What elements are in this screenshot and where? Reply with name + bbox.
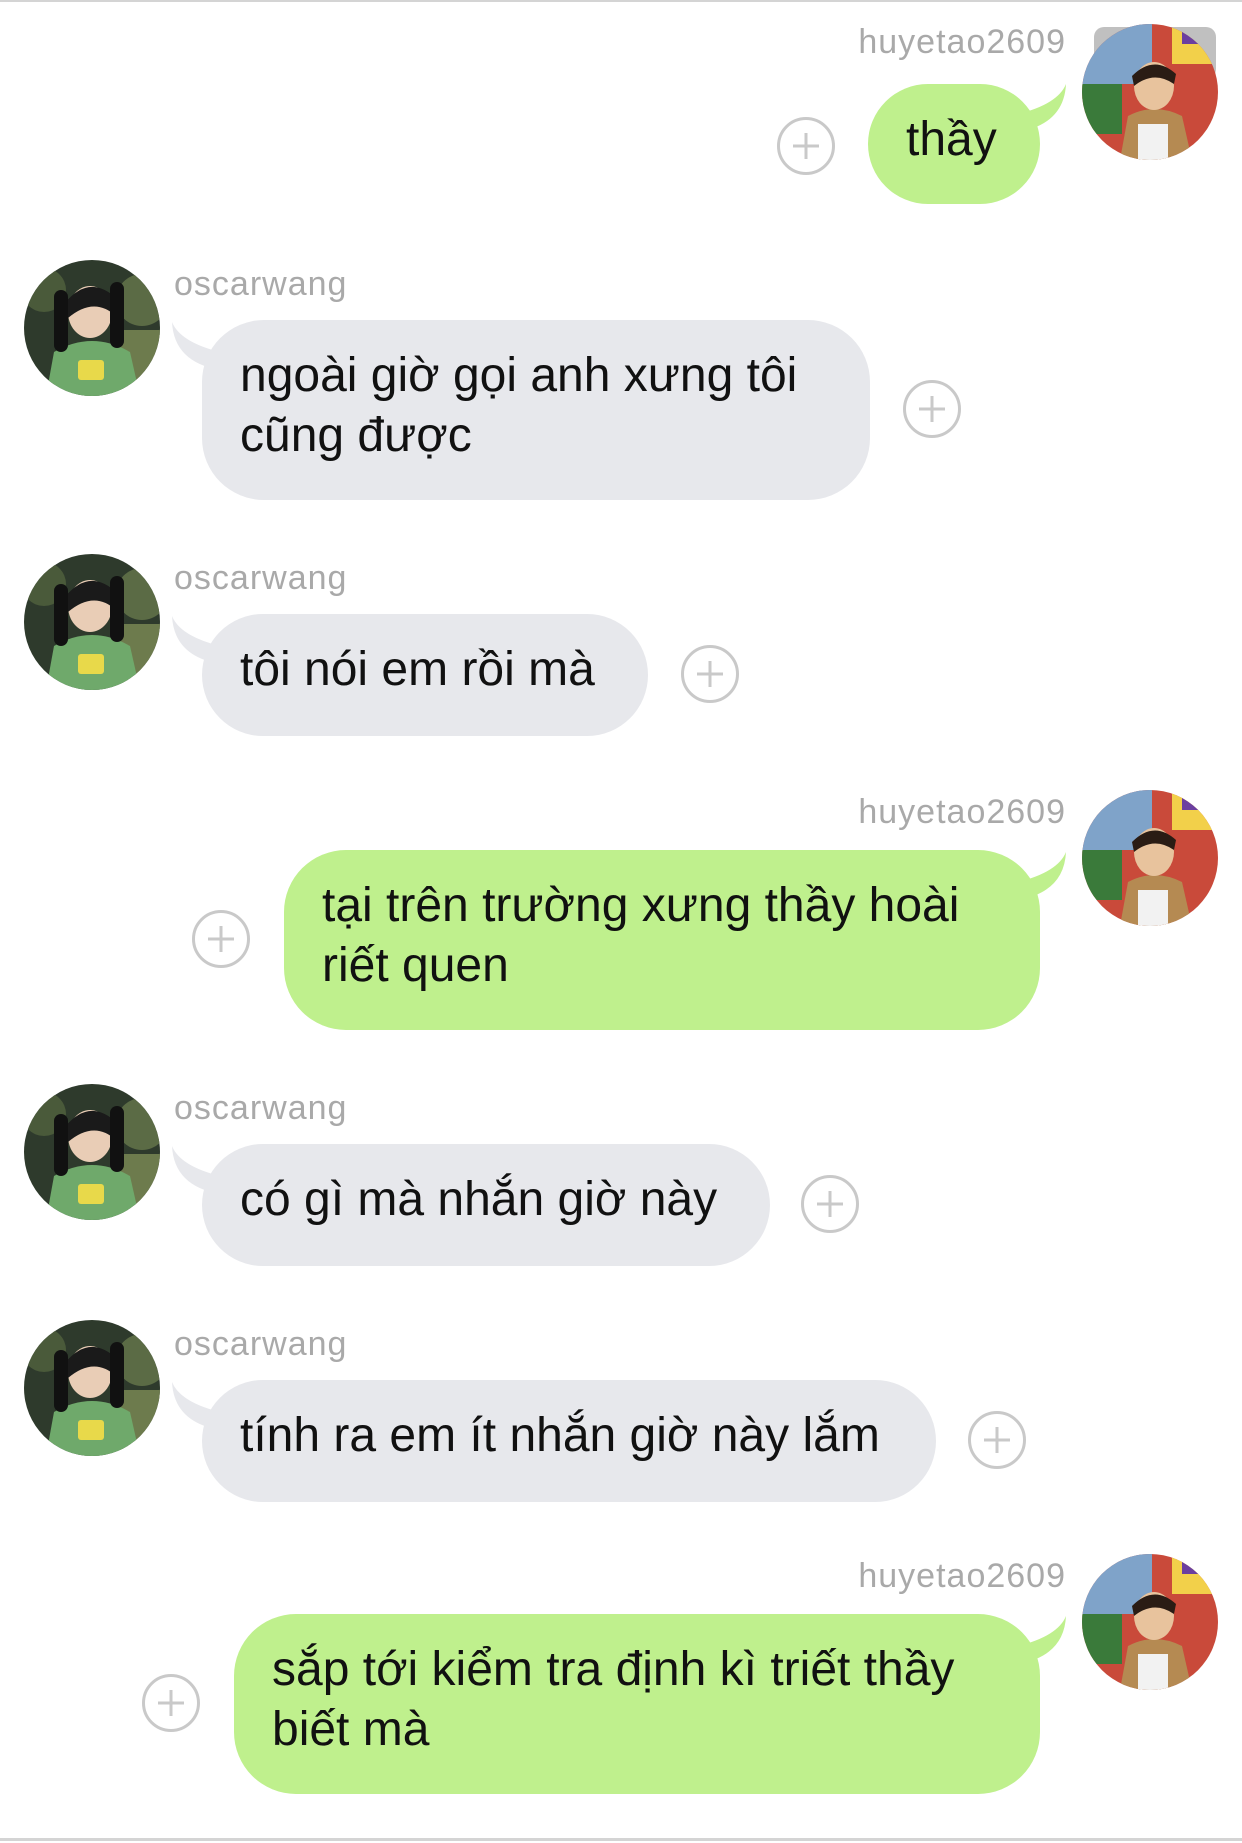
add-reaction-icon[interactable] bbox=[142, 1674, 200, 1732]
add-reaction-icon[interactable] bbox=[903, 380, 961, 438]
avatar[interactable] bbox=[24, 1084, 160, 1220]
sender-name: huyetao2609 bbox=[858, 793, 1066, 831]
avatar[interactable] bbox=[1082, 790, 1218, 926]
add-reaction-icon[interactable] bbox=[681, 645, 739, 703]
sender-name: huyetao2609 bbox=[858, 1557, 1066, 1595]
add-reaction-icon[interactable] bbox=[968, 1411, 1026, 1469]
sender-name: huyetao2609 bbox=[858, 23, 1066, 61]
avatar[interactable] bbox=[24, 554, 160, 690]
sender-name: oscarwang bbox=[174, 559, 348, 597]
message-bubble[interactable]: có gì mà nhắn giờ này bbox=[202, 1144, 770, 1266]
message-bubble[interactable]: tại trên trường xưng thầy hoài riết quen bbox=[284, 850, 1040, 1030]
bottom-divider bbox=[0, 1838, 1242, 1841]
message-bubble[interactable]: sắp tới kiểm tra định kì triết thầy biết… bbox=[234, 1614, 1040, 1794]
add-reaction-icon[interactable] bbox=[801, 1175, 859, 1233]
avatar[interactable] bbox=[24, 260, 160, 396]
avatar[interactable] bbox=[1082, 24, 1218, 160]
sender-name: oscarwang bbox=[174, 1089, 348, 1127]
top-divider bbox=[0, 0, 1242, 2]
add-reaction-icon[interactable] bbox=[777, 117, 835, 175]
avatar[interactable] bbox=[1082, 1554, 1218, 1690]
add-reaction-icon[interactable] bbox=[192, 910, 250, 968]
sender-name: oscarwang bbox=[174, 1325, 348, 1363]
message-bubble[interactable]: tính ra em ít nhắn giờ này lắm bbox=[202, 1380, 936, 1502]
avatar[interactable] bbox=[24, 1320, 160, 1456]
sender-name: oscarwang bbox=[174, 265, 348, 303]
message-bubble[interactable]: tôi nói em rồi mà bbox=[202, 614, 648, 736]
message-bubble[interactable]: thầy bbox=[868, 84, 1040, 204]
message-bubble[interactable]: ngoài giờ gọi anh xưng tôi cũng được bbox=[202, 320, 870, 500]
